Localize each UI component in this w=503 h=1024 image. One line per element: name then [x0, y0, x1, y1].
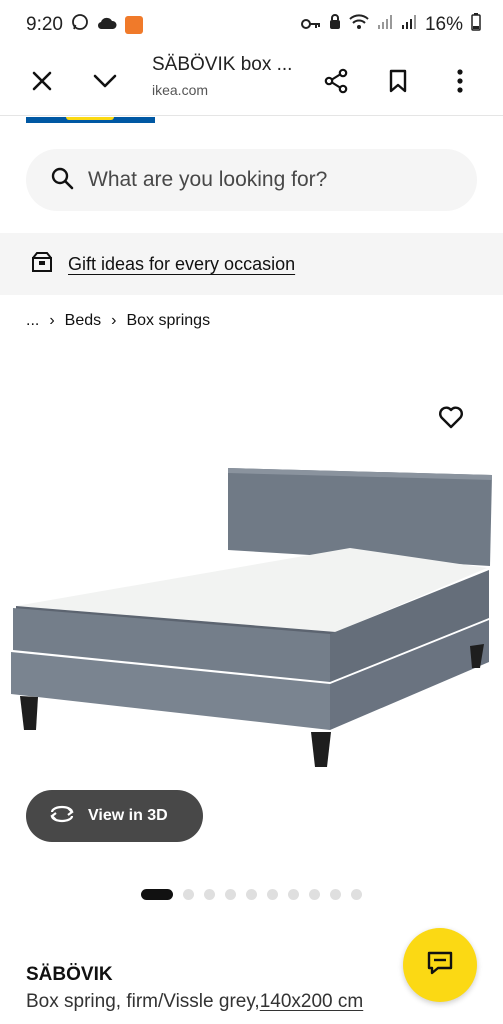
status-bar: 9:20 16% [0, 0, 503, 50]
app-notification-icon [124, 16, 143, 34]
tab-url: ikea.com [152, 82, 209, 98]
image-pagination [141, 889, 362, 900]
status-time: 9:20 [26, 14, 63, 35]
minimize-button[interactable] [85, 63, 125, 103]
breadcrumb-ellipsis[interactable]: ... [26, 312, 39, 330]
pagination-dot[interactable] [183, 889, 194, 900]
rotate-3d-icon [48, 804, 76, 829]
cloud-icon [97, 14, 117, 36]
chat-icon [426, 950, 454, 981]
product-description-text: Box spring, firm/Vissle grey, [26, 991, 260, 1012]
tab-title: SÄBÖVIK box ... [152, 54, 293, 75]
share-button[interactable] [316, 63, 356, 103]
product-image[interactable] [0, 400, 503, 780]
close-icon [31, 70, 53, 97]
signal-icon-2 [401, 14, 417, 36]
tab-title-block: SÄBÖVIK box ... ikea.com [152, 54, 292, 98]
bookmark-icon [388, 69, 408, 98]
pagination-dot[interactable] [204, 889, 215, 900]
pagination-dot[interactable] [309, 889, 320, 900]
product-description: Box spring, firm/Vissle grey,140x200 cm [26, 991, 363, 1013]
pagination-dot[interactable] [225, 889, 236, 900]
close-button[interactable] [22, 63, 62, 103]
lock-icon [329, 14, 341, 36]
view-in-3d-button[interactable]: View in 3D [26, 790, 203, 842]
gift-banner: Gift ideas for every occasion [0, 233, 503, 295]
chat-button[interactable] [403, 928, 477, 1002]
key-icon [300, 14, 321, 36]
search-icon [50, 166, 74, 195]
pagination-dot[interactable] [267, 889, 278, 900]
pagination-dot[interactable] [330, 889, 341, 900]
search-input[interactable]: What are you looking for? [26, 149, 477, 211]
pagination-dot[interactable] [351, 889, 362, 900]
more-vert-icon [457, 68, 463, 98]
bookmark-button[interactable] [378, 63, 418, 103]
pagination-dot[interactable] [246, 889, 257, 900]
signal-icon [377, 14, 393, 36]
battery-icon [471, 13, 481, 37]
breadcrumb: ... › Beds › Box springs [26, 312, 210, 330]
ikea-logo-partial [26, 117, 155, 123]
browser-tab-header: SÄBÖVIK box ... ikea.com [0, 50, 503, 116]
view-in-3d-label: View in 3D [88, 807, 168, 824]
gift-box-icon [30, 250, 54, 279]
breadcrumb-beds[interactable]: Beds [65, 312, 101, 330]
chevron-down-icon [93, 73, 117, 94]
pagination-dot-active[interactable] [141, 889, 173, 900]
heart-icon [438, 405, 464, 434]
gift-ideas-link[interactable]: Gift ideas for every occasion [68, 254, 295, 275]
more-options-button[interactable] [440, 63, 480, 103]
chevron-right-icon: › [111, 312, 117, 329]
favourite-button[interactable] [436, 404, 466, 434]
wifi-icon [349, 14, 369, 36]
share-icon [323, 68, 349, 99]
breadcrumb-box-springs[interactable]: Box springs [126, 312, 210, 330]
product-size-link[interactable]: 140x200 cm [260, 991, 364, 1012]
product-name: SÄBÖVIK [26, 964, 113, 985]
whatsapp-icon [71, 13, 89, 37]
chevron-right-icon: › [49, 312, 55, 329]
pagination-dot[interactable] [288, 889, 299, 900]
battery-level: 16% [424, 14, 463, 35]
search-placeholder: What are you looking for? [88, 168, 328, 191]
